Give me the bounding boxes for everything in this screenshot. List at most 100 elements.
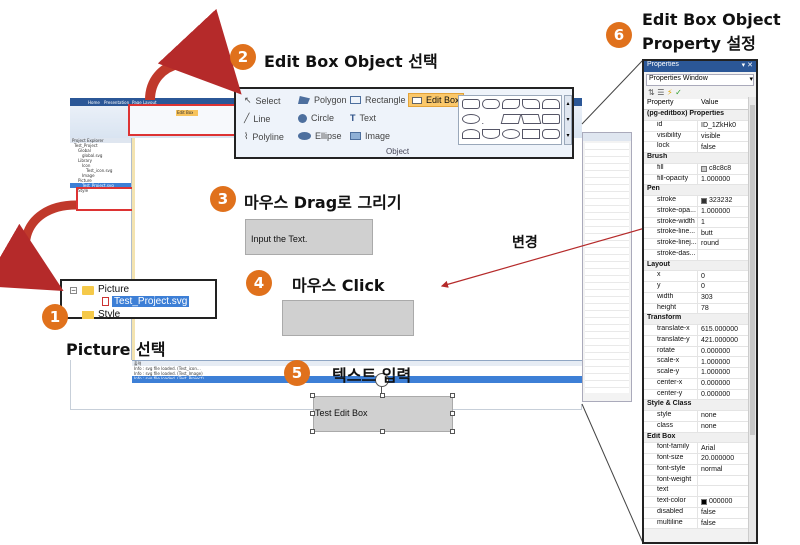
property-name: stroke-line... <box>644 228 698 238</box>
curved-arrow-ribbon <box>145 8 242 101</box>
category-label: Brush <box>647 153 668 160</box>
alpha-sort-icon[interactable]: ☰ <box>657 88 664 97</box>
category-label: Transform <box>647 314 682 322</box>
property-value-text: 323232 <box>709 197 733 205</box>
property-category[interactable]: Layout <box>644 260 756 272</box>
color-swatch[interactable] <box>701 165 707 172</box>
property-name: multiline <box>644 518 698 529</box>
property-name: font-size <box>644 454 698 464</box>
property-value-text: false <box>701 509 716 517</box>
chevron-down-icon[interactable]: ▾ <box>749 75 753 85</box>
close-icon[interactable]: ▾ ✕ <box>742 61 756 72</box>
property-name: scale-y <box>644 368 698 378</box>
property-row[interactable]: lock false <box>644 142 756 153</box>
property-row[interactable]: stroke-line... butt <box>644 228 756 239</box>
properties-scrollbar[interactable] <box>748 97 756 542</box>
property-row[interactable]: visibility visible <box>644 131 756 143</box>
property-row[interactable]: center-x 0.000000 <box>644 378 756 390</box>
property-value-text: round <box>701 240 719 248</box>
property-row[interactable]: fill c8c8c8 <box>644 163 756 175</box>
step-6-badge: 6 <box>606 22 632 48</box>
event-icon[interactable]: ⚡ <box>667 88 673 97</box>
property-row[interactable]: scale-y 1.000000 <box>644 368 756 379</box>
step-3-badge: 3 <box>210 186 236 212</box>
properties-title: Properties <box>647 61 679 68</box>
property-row[interactable]: scale-x 1.000000 <box>644 357 756 368</box>
property-value-text: visible <box>701 132 721 140</box>
category-label: Pen <box>647 185 660 193</box>
property-value-text: normal <box>701 466 723 474</box>
property-value-text: 0 <box>701 283 705 291</box>
property-value-text: 1 <box>701 218 705 226</box>
property-name: font-family <box>644 443 698 453</box>
property-row[interactable]: center-y 0.000000 <box>644 389 756 401</box>
category-label: (pg-editbox) Properties <box>647 110 725 117</box>
property-row[interactable]: rotate 0.000000 <box>644 346 756 358</box>
property-value-text: ID_1ZkHk0 <box>701 122 737 130</box>
step-3-title: 마우스 Drag로 그리기 <box>244 193 402 212</box>
property-name: translate-x <box>644 325 698 335</box>
step-5-title: 텍스트 입력 <box>332 366 412 385</box>
properties-toolbar: ⇅ ☰ ⚡ ✓ <box>644 88 756 99</box>
properties-panel: Properties ▾ ✕ Properties Window ▾ ⇅ ☰ ⚡… <box>642 59 758 544</box>
property-name: visibility <box>644 131 698 142</box>
property-row[interactable]: multiline false <box>644 518 756 530</box>
property-name: class <box>644 421 698 432</box>
property-row[interactable]: text-color 000000 <box>644 497 756 508</box>
property-value-text: 1.000000 <box>701 358 731 366</box>
property-row[interactable]: x0 <box>644 271 756 282</box>
sort-icon[interactable]: ⇅ <box>648 88 655 97</box>
property-value-text: none <box>701 423 717 431</box>
col-value: Value <box>701 99 719 106</box>
property-row[interactable]: font-style normal <box>644 464 756 476</box>
property-row[interactable]: y0 <box>644 282 756 293</box>
property-row[interactable]: font-weight <box>644 475 756 487</box>
property-row[interactable]: style none <box>644 411 756 422</box>
property-row[interactable]: id ID_1ZkHk0 <box>644 120 756 132</box>
property-category[interactable]: Edit Box <box>644 432 756 444</box>
property-name: center-y <box>644 389 698 400</box>
property-value-text: 0 <box>701 272 705 280</box>
step-6-title-line2: Property 설정 <box>642 34 756 53</box>
property-name: stroke <box>644 196 698 206</box>
property-row[interactable]: stroke-opa... 1.000000 <box>644 206 756 218</box>
property-row[interactable]: stroke-linej... round <box>644 239 756 250</box>
property-value-text: false <box>701 143 716 151</box>
property-value-text: 421.000000 <box>701 337 738 345</box>
color-swatch[interactable] <box>701 197 707 204</box>
property-value-text: 000000 <box>709 498 733 506</box>
property-row[interactable]: font-size 20.000000 <box>644 454 756 465</box>
property-category[interactable]: (pg-editbox) Properties <box>644 110 756 121</box>
property-row[interactable]: class none <box>644 421 756 433</box>
property-category[interactable]: Style & Class <box>644 400 756 411</box>
check-icon[interactable]: ✓ <box>675 88 682 97</box>
property-name: scale-x <box>644 357 698 367</box>
property-row[interactable]: stroke 323232 <box>644 196 756 207</box>
property-name: height <box>644 303 698 314</box>
category-label: Layout <box>647 260 670 268</box>
property-value-text: 1.000000 <box>701 208 731 216</box>
color-swatch[interactable] <box>701 498 707 505</box>
property-row[interactable]: stroke-das... <box>644 249 756 261</box>
property-row[interactable]: height 78 <box>644 303 756 315</box>
property-category[interactable]: Brush <box>644 153 756 164</box>
property-row[interactable]: width 303 <box>644 292 756 304</box>
property-name: translate-y <box>644 335 698 346</box>
step-4-title: 마우스 Click <box>292 276 385 295</box>
property-value-text: 1.000000 <box>701 369 731 377</box>
property-row[interactable]: fill-opacity 1.000000 <box>644 174 756 186</box>
category-label: Style & Class <box>647 400 692 408</box>
property-row[interactable]: translate-x 615.000000 <box>644 325 756 336</box>
property-category[interactable]: Pen <box>644 185 756 196</box>
curved-arrow-tree <box>0 200 77 292</box>
property-value-text: 0.000000 <box>701 380 731 388</box>
property-value-text: 1.000000 <box>701 175 731 183</box>
property-row[interactable]: text <box>644 486 756 497</box>
property-value-text: 0.000000 <box>701 390 731 398</box>
property-category[interactable]: Transform <box>644 314 756 325</box>
properties-dropdown[interactable]: Properties Window <box>649 75 708 85</box>
property-row[interactable]: disabled false <box>644 507 756 519</box>
property-row[interactable]: translate-y 421.000000 <box>644 335 756 347</box>
property-row[interactable]: font-family Arial <box>644 443 756 454</box>
property-row[interactable]: stroke-width 1 <box>644 217 756 229</box>
